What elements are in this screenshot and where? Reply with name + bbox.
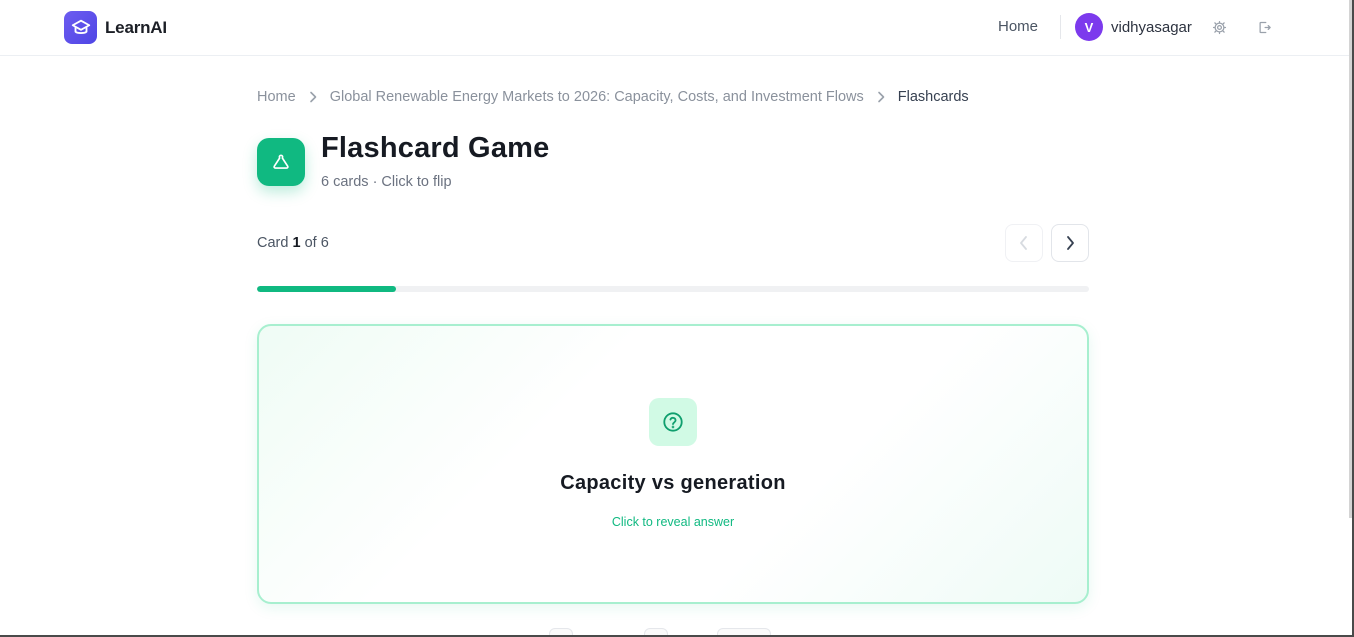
avatar: V xyxy=(1075,13,1103,41)
app-window: LearnAI Home V vidhyasagar Home Global R… xyxy=(0,0,1354,637)
breadcrumb-home[interactable]: Home xyxy=(257,89,296,105)
page-scrollbar[interactable] xyxy=(1349,0,1352,518)
counter-middle: of xyxy=(304,235,317,251)
bottom-control[interactable] xyxy=(549,628,573,635)
chevron-right-icon xyxy=(308,91,318,103)
chevron-left-icon xyxy=(1020,236,1027,250)
page-subtitle: 6 cards · Click to flip xyxy=(321,174,452,190)
user-name: vidhyasagar xyxy=(1111,18,1192,36)
brand[interactable]: LearnAI xyxy=(64,11,167,44)
next-card-button[interactable] xyxy=(1051,224,1089,262)
page-title: Flashcard Game xyxy=(321,132,550,164)
flashcard[interactable]: Capacity vs generation Click to reveal a… xyxy=(257,324,1089,604)
bottom-control[interactable] xyxy=(717,628,771,635)
bottom-control[interactable] xyxy=(644,628,668,635)
nav-home-link[interactable]: Home xyxy=(998,18,1038,35)
settings-gear-icon[interactable] xyxy=(1210,18,1228,36)
user-menu[interactable]: V vidhyasagar xyxy=(1075,13,1192,41)
counter-prefix: Card xyxy=(257,235,289,251)
flashcard-icon xyxy=(257,138,305,186)
top-navbar: LearnAI Home V vidhyasagar xyxy=(0,0,1352,56)
counter-current: 1 xyxy=(292,235,301,251)
graduation-cap-logo-icon xyxy=(64,11,97,44)
card-counter: Card 1 of 6 xyxy=(257,235,329,251)
previous-card-button[interactable] xyxy=(1005,224,1043,262)
counter-total: 6 xyxy=(320,235,329,251)
logout-icon[interactable] xyxy=(1255,18,1273,36)
progress-bar xyxy=(257,286,1089,292)
brand-name: LearnAI xyxy=(105,17,167,37)
breadcrumb-document[interactable]: Global Renewable Energy Markets to 2026:… xyxy=(330,89,864,105)
chevron-right-icon xyxy=(876,91,886,103)
breadcrumb-current: Flashcards xyxy=(897,89,969,105)
nav-divider xyxy=(1060,15,1061,39)
reveal-hint: Click to reveal answer xyxy=(611,515,735,529)
breadcrumb: Home Global Renewable Energy Markets to … xyxy=(257,89,969,105)
question-circle-icon xyxy=(649,398,697,446)
chevron-right-icon xyxy=(1067,236,1074,250)
flashcard-term: Capacity vs generation xyxy=(560,472,786,494)
progress-fill xyxy=(257,286,396,292)
